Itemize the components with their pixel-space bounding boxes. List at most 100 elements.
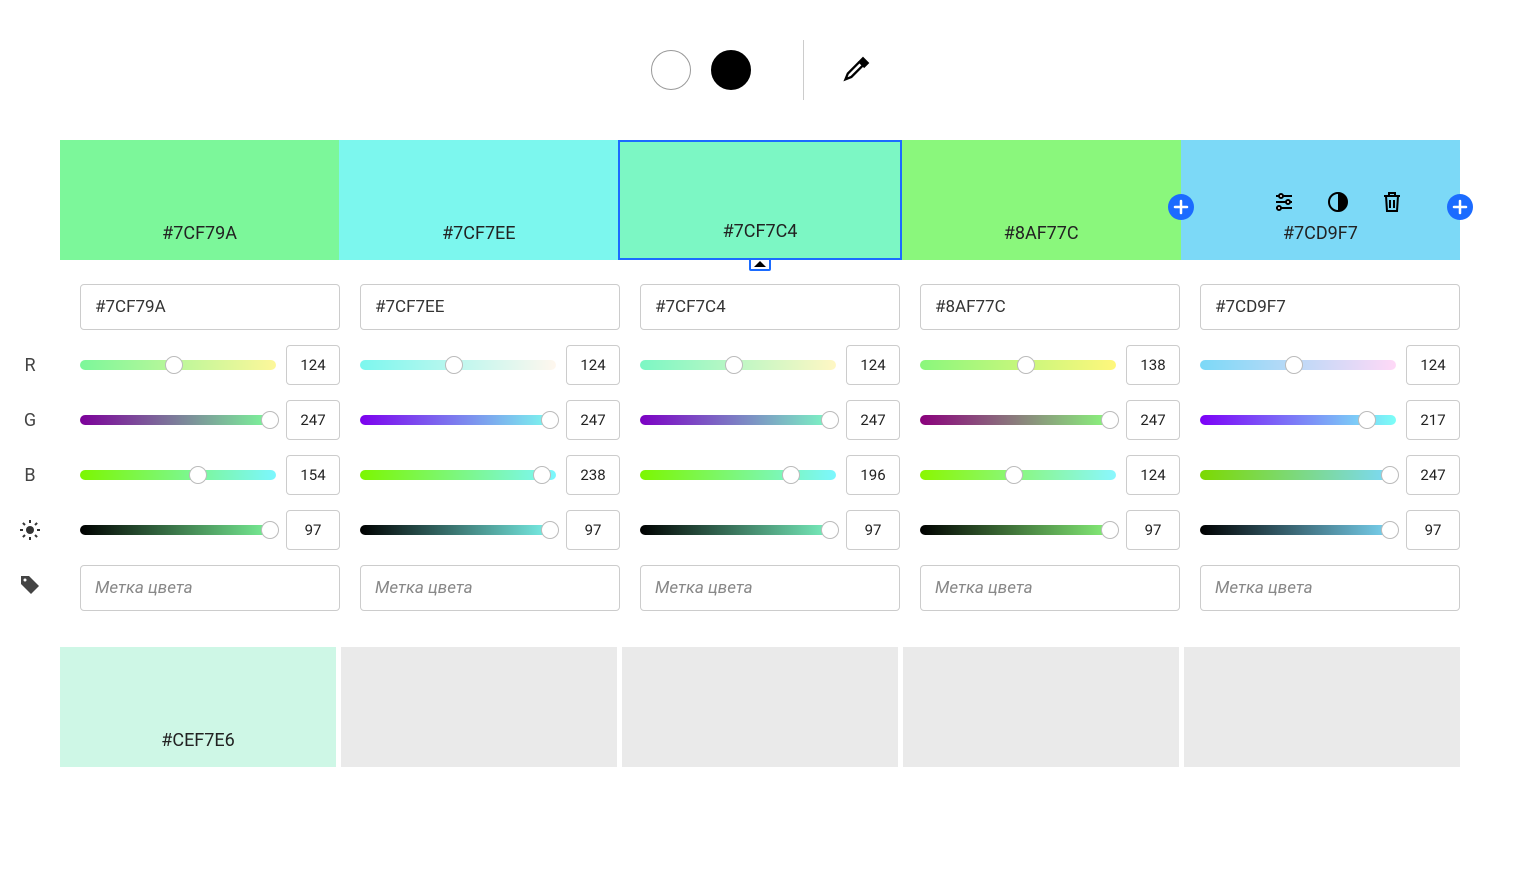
- hex-input[interactable]: #7CD9F7: [1200, 284, 1460, 330]
- b-value-input[interactable]: 247: [1406, 455, 1460, 495]
- hex-input[interactable]: #7CF7EE: [360, 284, 620, 330]
- b-value-input[interactable]: 154: [286, 455, 340, 495]
- g-slider[interactable]: [80, 415, 276, 425]
- b-value-input[interactable]: 238: [566, 455, 620, 495]
- swatch-cell-secondary[interactable]: [622, 647, 898, 767]
- swatch-cell[interactable]: #8AF77C: [902, 140, 1181, 260]
- brightness-slider[interactable]: [640, 525, 836, 535]
- g-slider[interactable]: [640, 415, 836, 425]
- sliders-icon[interactable]: [1272, 190, 1296, 214]
- brightness-value-input[interactable]: 97: [1126, 510, 1180, 550]
- g-slider[interactable]: [1200, 415, 1396, 425]
- r-slider[interactable]: [640, 360, 836, 370]
- selected-swatch-marker: [748, 257, 772, 271]
- g-label: G: [10, 400, 50, 440]
- tag-input[interactable]: Метка цвета: [80, 565, 340, 611]
- swatch-cell[interactable]: #7CF7EE: [339, 140, 618, 260]
- b-slider[interactable]: [920, 470, 1116, 480]
- r-slider[interactable]: [920, 360, 1116, 370]
- b-slider-handle[interactable]: [190, 467, 206, 483]
- hex-input[interactable]: #7CF7C4: [640, 284, 900, 330]
- brightness-slider[interactable]: [360, 525, 556, 535]
- brightness-slider[interactable]: [80, 525, 276, 535]
- b-slider-handle[interactable]: [783, 467, 799, 483]
- brightness-slider-handle[interactable]: [1102, 522, 1118, 538]
- r-value-input[interactable]: 124: [1406, 345, 1460, 385]
- tag-input[interactable]: Метка цвета: [920, 565, 1180, 611]
- b-slider[interactable]: [80, 470, 276, 480]
- swatch-cell[interactable]: #7CF79A: [60, 140, 339, 260]
- g-value-input[interactable]: 247: [1126, 400, 1180, 440]
- r-slider-row: 124: [360, 345, 620, 385]
- swatch-cell[interactable]: #7CD9F7: [1181, 140, 1460, 260]
- b-slider[interactable]: [640, 470, 836, 480]
- tag-input[interactable]: Метка цвета: [1200, 565, 1460, 611]
- r-slider[interactable]: [80, 360, 276, 370]
- g-slider-handle[interactable]: [542, 412, 558, 428]
- brightness-value-input[interactable]: 97: [286, 510, 340, 550]
- hex-input[interactable]: #8AF77C: [920, 284, 1180, 330]
- color-column: #7CF7EE 124 247 238 97 Метка цвета: [360, 284, 620, 611]
- r-value-input[interactable]: 138: [1126, 345, 1180, 385]
- contrast-icon[interactable]: [1326, 190, 1350, 214]
- swatch-cell-secondary[interactable]: [903, 647, 1179, 767]
- r-value-input[interactable]: 124: [286, 345, 340, 385]
- swatch-cell-secondary[interactable]: [341, 647, 617, 767]
- b-slider-row: 154: [80, 455, 340, 495]
- g-slider-row: 247: [640, 400, 900, 440]
- brightness-slider-handle[interactable]: [822, 522, 838, 538]
- tag-input[interactable]: Метка цвета: [360, 565, 620, 611]
- r-slider-handle[interactable]: [166, 357, 182, 373]
- b-slider[interactable]: [360, 470, 556, 480]
- g-value-input[interactable]: 217: [1406, 400, 1460, 440]
- add-swatch-left-button[interactable]: [1168, 194, 1194, 220]
- b-value-input[interactable]: 124: [1126, 455, 1180, 495]
- b-slider[interactable]: [1200, 470, 1396, 480]
- r-slider-row: 124: [1200, 345, 1460, 385]
- b-value-input[interactable]: 196: [846, 455, 900, 495]
- r-value-input[interactable]: 124: [566, 345, 620, 385]
- g-slider[interactable]: [920, 415, 1116, 425]
- color-column: #7CD9F7 124 217 247 97 Метка цвета: [1200, 284, 1460, 611]
- r-slider-handle[interactable]: [1018, 357, 1034, 373]
- swatch-cell-secondary[interactable]: [1184, 647, 1460, 767]
- swatch-cell[interactable]: #7CF7C4: [618, 140, 901, 260]
- r-slider[interactable]: [360, 360, 556, 370]
- swatch-cell-secondary[interactable]: #CEF7E6: [60, 647, 336, 767]
- swatch-hex-label: #7CF7EE: [442, 223, 515, 244]
- white-circle-swatch[interactable]: [651, 50, 691, 90]
- g-slider[interactable]: [360, 415, 556, 425]
- b-slider-handle[interactable]: [1006, 467, 1022, 483]
- add-swatch-right-button[interactable]: [1447, 194, 1473, 220]
- brightness-value-input[interactable]: 97: [566, 510, 620, 550]
- r-slider-handle[interactable]: [1286, 357, 1302, 373]
- b-slider-handle[interactable]: [1382, 467, 1398, 483]
- brightness-slider[interactable]: [1200, 525, 1396, 535]
- g-slider-handle[interactable]: [262, 412, 278, 428]
- g-value-input[interactable]: 247: [286, 400, 340, 440]
- color-column: #7CF79A 124 247 154 97 Метка цвета: [80, 284, 340, 611]
- r-slider[interactable]: [1200, 360, 1396, 370]
- brightness-value-input[interactable]: 97: [1406, 510, 1460, 550]
- brightness-label: [10, 510, 50, 550]
- brightness-slider-handle[interactable]: [262, 522, 278, 538]
- g-slider-handle[interactable]: [822, 412, 838, 428]
- g-value-input[interactable]: 247: [566, 400, 620, 440]
- r-slider-handle[interactable]: [726, 357, 742, 373]
- brightness-slider[interactable]: [920, 525, 1116, 535]
- brightness-slider-handle[interactable]: [1382, 522, 1398, 538]
- g-slider-handle[interactable]: [1359, 412, 1375, 428]
- brightness-slider-handle[interactable]: [542, 522, 558, 538]
- hex-input[interactable]: #7CF79A: [80, 284, 340, 330]
- g-value-input[interactable]: 247: [846, 400, 900, 440]
- r-label: R: [10, 345, 50, 385]
- g-slider-handle[interactable]: [1102, 412, 1118, 428]
- trash-icon[interactable]: [1380, 190, 1404, 214]
- r-value-input[interactable]: 124: [846, 345, 900, 385]
- eyedropper-icon[interactable]: [842, 56, 870, 84]
- brightness-value-input[interactable]: 97: [846, 510, 900, 550]
- black-circle-swatch[interactable]: [711, 50, 751, 90]
- r-slider-handle[interactable]: [446, 357, 462, 373]
- b-slider-handle[interactable]: [534, 467, 550, 483]
- tag-input[interactable]: Метка цвета: [640, 565, 900, 611]
